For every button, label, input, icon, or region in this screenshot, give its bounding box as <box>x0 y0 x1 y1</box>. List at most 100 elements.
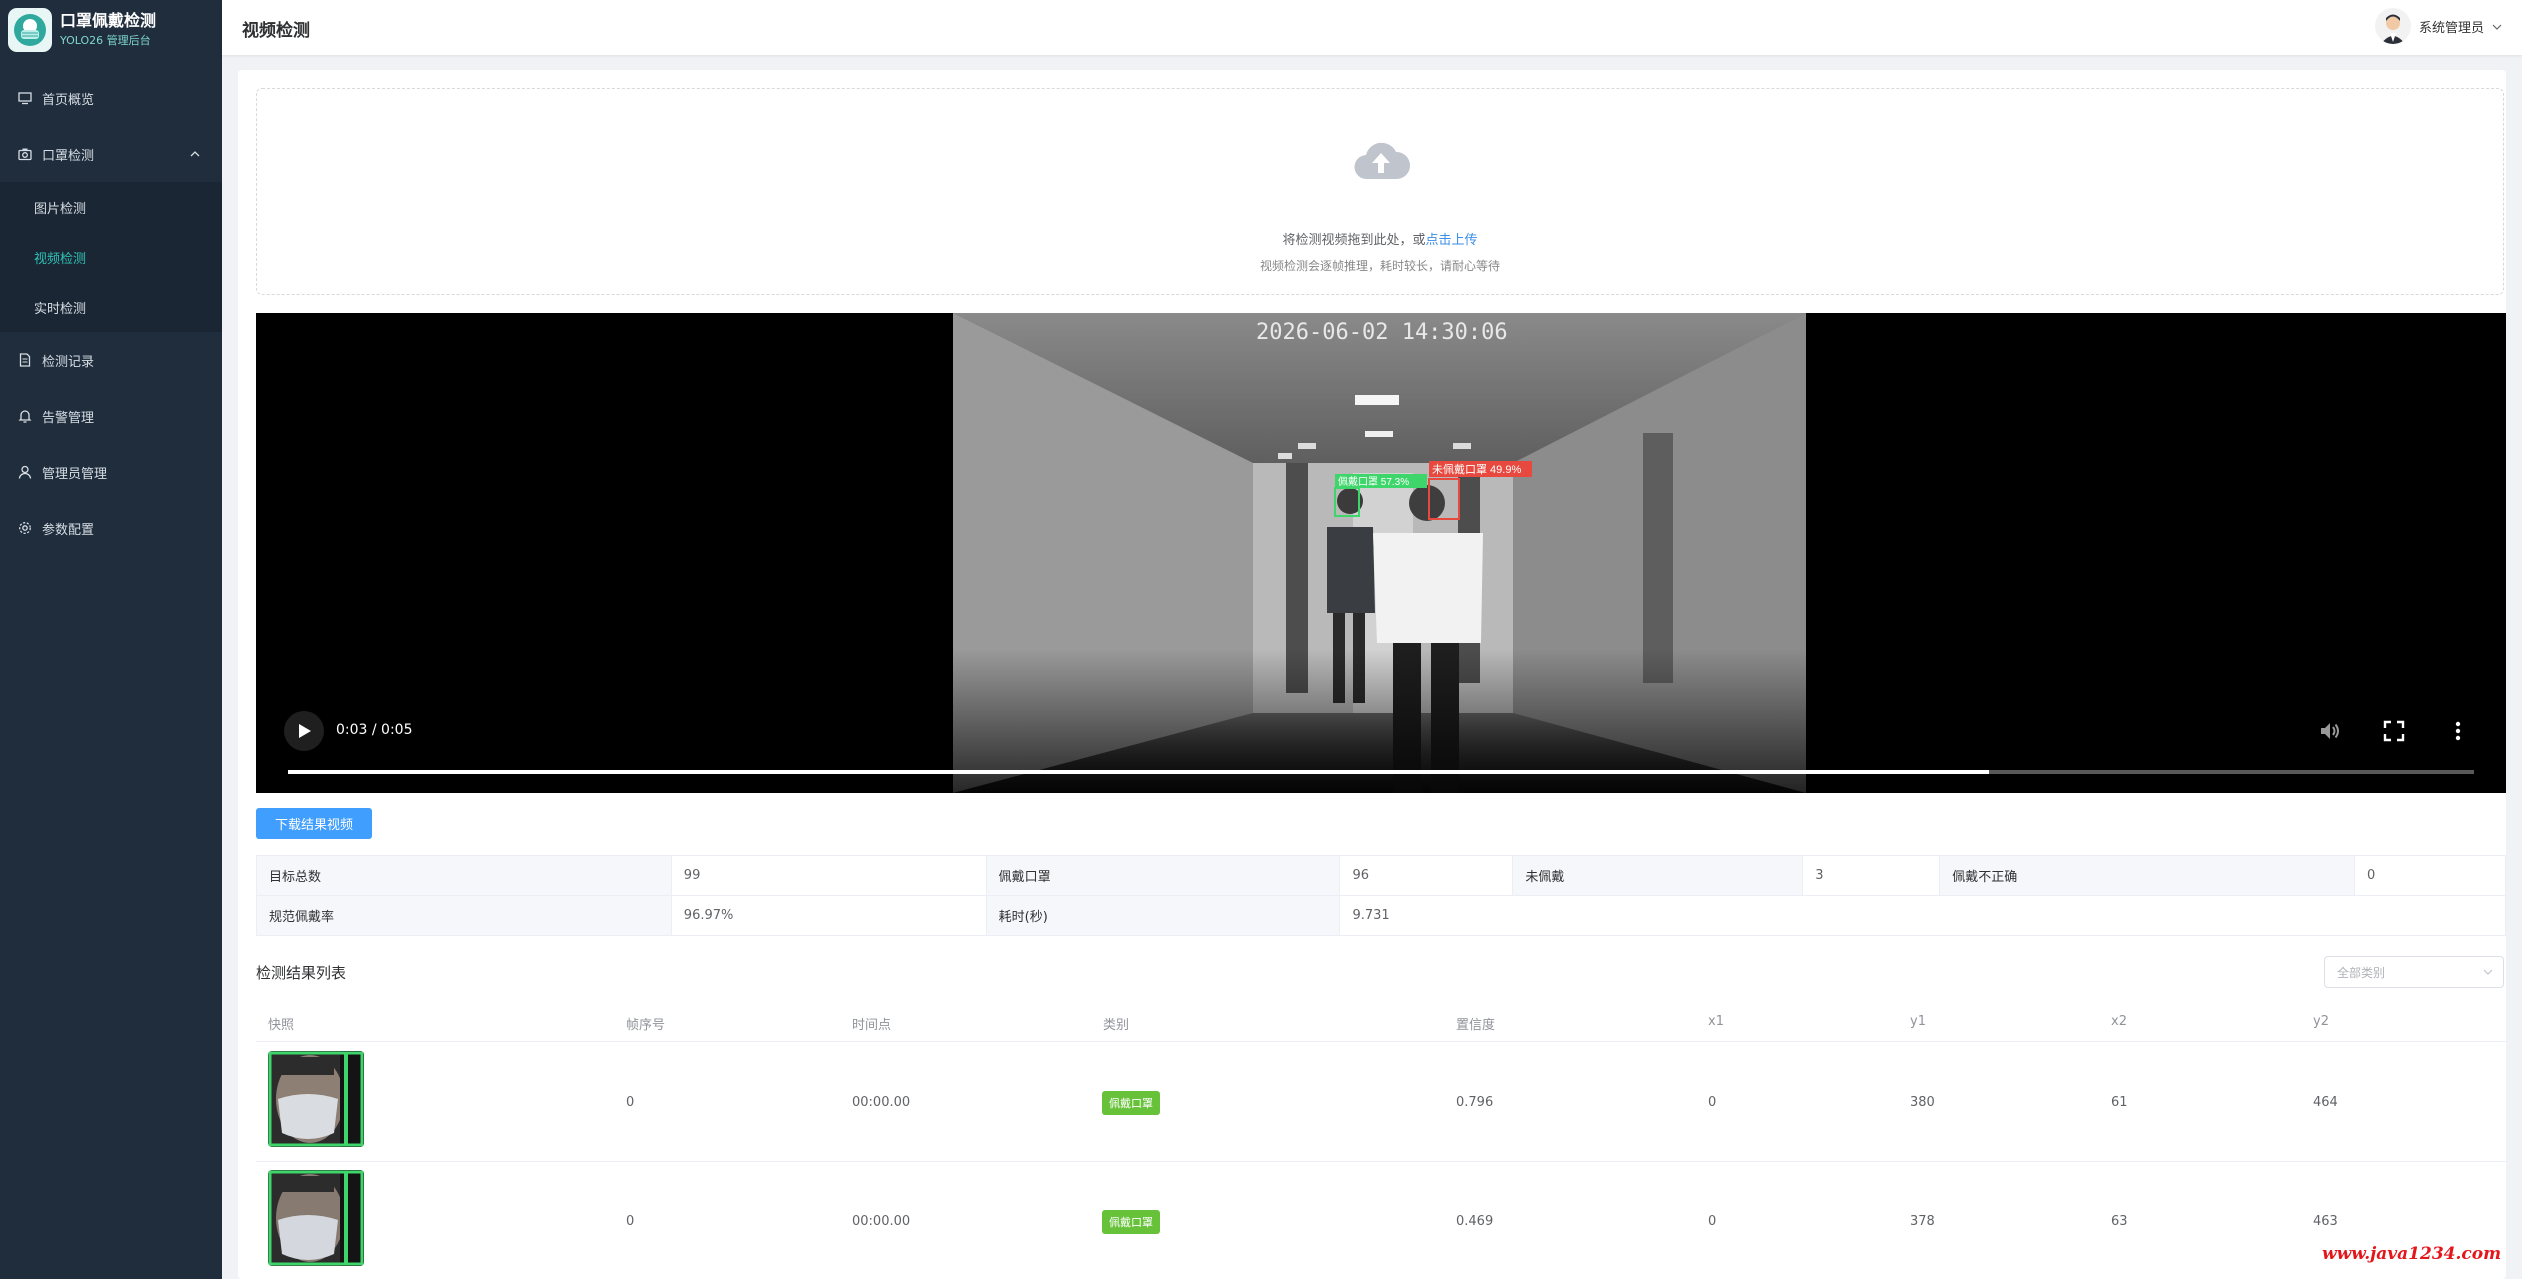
video-progress-bar[interactable] <box>288 770 2474 774</box>
user-icon <box>16 463 34 481</box>
sidebar-item-video-detect[interactable]: 视频检测 <box>0 232 222 282</box>
results-list-title: 检测结果列表 <box>256 964 347 982</box>
stat-incorrect-label: 佩戴不正确 <box>1939 855 2355 896</box>
stat-rate-label: 规范佩戴率 <box>256 895 672 936</box>
page-title: 视频检测 <box>242 21 310 41</box>
upload-dropzone[interactable]: 将检测视频拖到此处，或点击上传 视频检测会逐帧推理，耗时较长，请耐心等待 <box>256 88 2504 295</box>
cell-y2: 463 <box>2313 1214 2338 1229</box>
cell-y1: 378 <box>1910 1214 1935 1229</box>
stat-nomask-label: 未佩戴 <box>1512 855 1804 896</box>
upload-instruction: 将检测视频拖到此处，或 <box>1282 233 1426 248</box>
upload-link[interactable]: 点击上传 <box>1426 233 1478 248</box>
col-category: 类别 <box>1103 1018 1130 1033</box>
stat-time-value: 9.731 <box>1339 895 2506 936</box>
upload-text: 将检测视频拖到此处，或点击上传 <box>257 229 2503 248</box>
avatar <box>2374 8 2411 44</box>
sidebar-nav: 首页概览 口罩检测 图片检测 视频检测 实时检测 检测记录 告警管理 管理员管理… <box>0 70 222 556</box>
col-confidence: 置信度 <box>1456 1018 1496 1033</box>
cloud-upload-icon <box>1351 137 1411 187</box>
col-y1: y1 <box>1910 1014 1926 1029</box>
video-time: 0:03 / 0:05 <box>336 722 413 738</box>
play-button[interactable] <box>284 711 324 751</box>
sidebar-item-settings[interactable]: 参数配置 <box>0 500 222 556</box>
gear-icon <box>16 519 34 537</box>
results-table-header: 快照 帧序号 时间点 类别 置信度 x1 y1 x2 y2 <box>256 1002 2506 1042</box>
sidebar-item-admins[interactable]: 管理员管理 <box>0 444 222 500</box>
snapshot-thumbnail[interactable] <box>268 1170 364 1266</box>
sidebar-item-label: 首页概览 <box>42 92 95 108</box>
table-row: 0 00:00.00 佩戴口罩 0.469 0 378 63 463 <box>256 1162 2506 1279</box>
app-title: 口罩佩戴检测 <box>60 11 157 30</box>
chevron-up-icon <box>190 148 200 163</box>
cell-time: 00:00.00 <box>852 1095 911 1110</box>
sidebar-item-dashboard[interactable]: 首页概览 <box>0 70 222 126</box>
stats-table: 目标总数 99 佩戴口罩 96 未佩戴 3 佩戴不正确 0 规范佩戴率 96.9… <box>256 855 2506 936</box>
video-player[interactable]: 佩戴口罩 57.3% 未佩戴口罩 49.9% 2026-06-02 14:30:… <box>256 313 2506 793</box>
bell-icon <box>16 407 34 425</box>
col-frame: 帧序号 <box>626 1018 666 1033</box>
top-header: 视频检测 系统管理员 <box>222 0 2522 55</box>
play-icon <box>299 724 311 738</box>
cell-x1: 0 <box>1708 1214 1717 1229</box>
video-timestamp-overlay: 2026-06-02 14:30:06 <box>1256 320 1508 345</box>
camera-icon <box>16 145 34 163</box>
video-progress-fill <box>288 770 1989 774</box>
sidebar-item-mask-detect[interactable]: 口罩检测 <box>0 126 222 182</box>
sidebar-item-label: 检测记录 <box>42 354 95 370</box>
table-row: 0 00:00.00 佩戴口罩 0.796 0 380 61 464 <box>256 1043 2506 1162</box>
video-frame: 佩戴口罩 57.3% 未佩戴口罩 49.9% <box>953 313 1806 793</box>
document-icon <box>16 351 34 369</box>
stat-total-label: 目标总数 <box>256 855 672 896</box>
cell-y2: 464 <box>2313 1095 2338 1110</box>
stat-rate-value: 96.97% <box>670 895 987 936</box>
category-filter-placeholder: 全部类别 <box>2337 965 2386 980</box>
watermark: www.java1234.com <box>2322 1244 2502 1264</box>
snapshot-thumbnail[interactable] <box>268 1051 364 1147</box>
sidebar-item-label: 管理员管理 <box>42 466 108 482</box>
chevron-down-icon <box>2492 17 2502 36</box>
cell-x2: 61 <box>2111 1095 2128 1110</box>
chevron-down-icon <box>2483 966 2493 980</box>
sidebar-item-image-detect[interactable]: 图片检测 <box>0 182 222 232</box>
mute-button[interactable] <box>2316 717 2344 745</box>
col-time: 时间点 <box>852 1018 892 1033</box>
sidebar-item-label: 告警管理 <box>42 410 95 426</box>
sidebar: 口罩佩戴检测 YOLO26 管理后台 首页概览 口罩检测 图片检测 视频检测 实… <box>0 0 222 1279</box>
cell-frame: 0 <box>626 1214 635 1229</box>
more-options-button[interactable] <box>2444 717 2472 745</box>
col-y2: y2 <box>2313 1014 2329 1029</box>
more-vertical-icon <box>2455 721 2461 741</box>
sidebar-item-label: 参数配置 <box>42 522 95 538</box>
stat-total-value: 99 <box>670 855 987 896</box>
submenu-mask-detect: 图片检测 视频检测 实时检测 <box>0 182 222 332</box>
stat-nomask-value: 3 <box>1802 855 1941 896</box>
detection-label-mask: 佩戴口罩 57.3% <box>1338 475 1409 488</box>
cell-frame: 0 <box>626 1095 635 1110</box>
col-x1: x1 <box>1708 1014 1724 1029</box>
download-result-video-button[interactable]: 下载结果视频 <box>256 808 372 839</box>
category-tag: 佩戴口罩 <box>1102 1091 1160 1115</box>
cell-x1: 0 <box>1708 1095 1717 1110</box>
upload-tip: 视频检测会逐帧推理，耗时较长，请耐心等待 <box>1259 259 1500 273</box>
user-name: 系统管理员 <box>2418 20 2484 36</box>
cell-x2: 63 <box>2111 1214 2128 1229</box>
monitor-icon <box>16 89 34 107</box>
brand: 口罩佩戴检测 YOLO26 管理后台 <box>0 0 222 60</box>
app-subtitle: YOLO26 管理后台 <box>60 34 151 47</box>
category-filter-select[interactable]: 全部类别 <box>2324 956 2504 988</box>
user-menu[interactable]: 系统管理员 <box>2374 8 2502 44</box>
sidebar-item-realtime-detect[interactable]: 实时检测 <box>0 282 222 332</box>
cell-confidence: 0.796 <box>1456 1095 1494 1110</box>
volume-icon <box>2321 723 2339 739</box>
col-snapshot: 快照 <box>268 1018 295 1033</box>
main-card: 将检测视频拖到此处，或点击上传 视频检测会逐帧推理，耗时较长，请耐心等待 佩戴口… <box>238 70 2506 1279</box>
fullscreen-button[interactable] <box>2380 717 2408 745</box>
stat-mask-label: 佩戴口罩 <box>985 855 1341 896</box>
stat-time-label: 耗时(秒) <box>985 895 1341 936</box>
sidebar-item-records[interactable]: 检测记录 <box>0 332 222 388</box>
cell-time: 00:00.00 <box>852 1214 911 1229</box>
detection-label-nomask: 未佩戴口罩 49.9% <box>1432 462 1521 476</box>
stat-incorrect-value: 0 <box>2354 855 2506 896</box>
fullscreen-icon <box>2383 720 2405 742</box>
sidebar-item-alerts[interactable]: 告警管理 <box>0 388 222 444</box>
